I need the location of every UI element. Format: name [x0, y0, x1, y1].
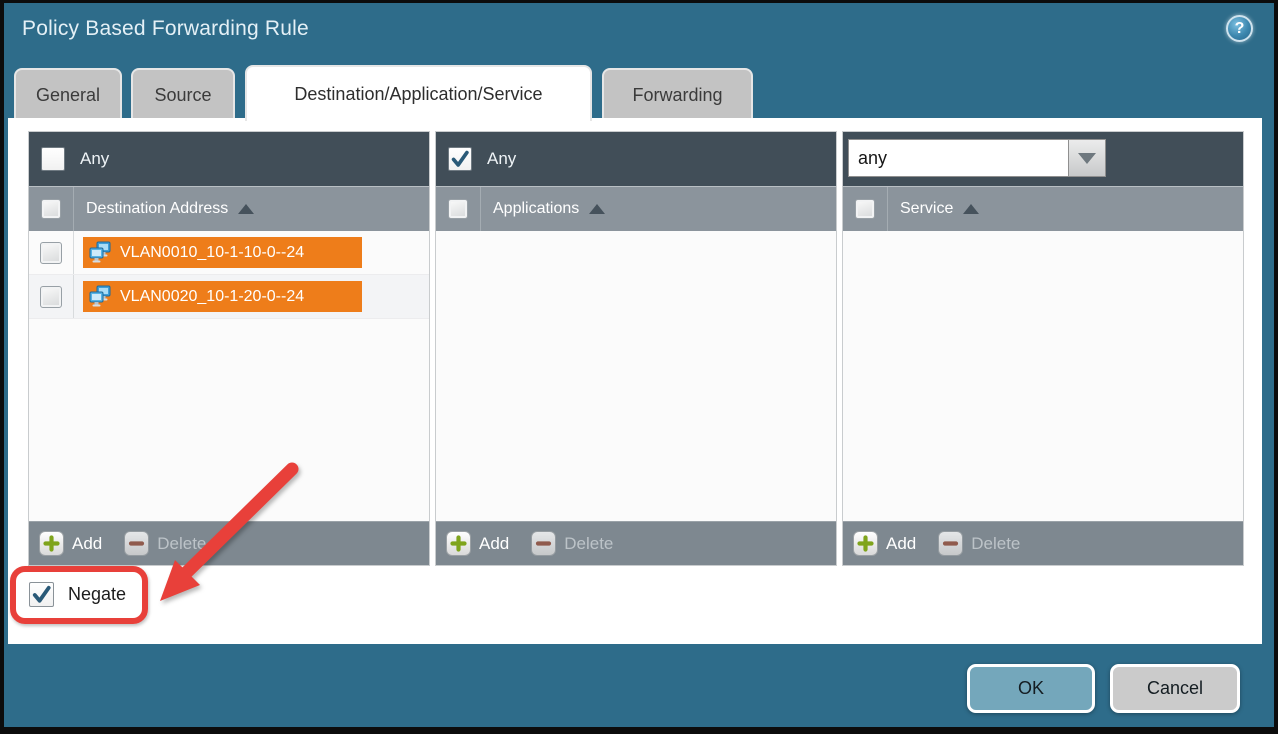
service-dropdown-value[interactable]: any	[848, 139, 1069, 177]
network-address-icon	[88, 241, 113, 264]
applications-any-checkbox[interactable]	[448, 147, 472, 171]
service-delete-button[interactable]: Delete	[938, 531, 1020, 556]
applications-delete-button[interactable]: Delete	[531, 531, 613, 556]
applications-add-button[interactable]: Add	[446, 531, 509, 556]
destination-list: VLAN0010_10-1-10-0--24	[29, 231, 429, 521]
destination-address-chip[interactable]: VLAN0010_10-1-10-0--24	[83, 237, 362, 268]
applications-any-label: Any	[487, 149, 516, 169]
applications-select-all-checkbox[interactable]	[448, 199, 468, 219]
destination-delete-button[interactable]: Delete	[124, 531, 206, 556]
table-row: VLAN0020_10-1-20-0--24	[29, 275, 429, 319]
tab-forwarding[interactable]: Forwarding	[602, 68, 753, 121]
sort-ascending-icon	[238, 204, 254, 214]
destination-address-value: VLAN0010_10-1-10-0--24	[120, 244, 304, 262]
service-select-all-checkbox[interactable]	[855, 199, 875, 219]
plus-icon	[446, 531, 471, 556]
tab-general-label: General	[36, 85, 100, 106]
applications-any-header: Any	[436, 132, 836, 186]
service-list	[843, 231, 1243, 521]
help-icon[interactable]: ?	[1226, 15, 1253, 42]
tab-destination-application-service-label: Destination/Application/Service	[294, 84, 542, 105]
screenshot-frame: Policy Based Forwarding Rule ? General S…	[0, 0, 1278, 734]
delete-label: Delete	[564, 534, 613, 554]
service-column: any Service Add	[842, 131, 1244, 566]
network-address-icon	[88, 285, 113, 308]
plus-icon	[853, 531, 878, 556]
plus-icon	[39, 531, 64, 556]
destination-any-checkbox[interactable]	[41, 147, 65, 171]
cancel-button[interactable]: Cancel	[1110, 664, 1240, 713]
row-checkbox[interactable]	[40, 242, 62, 264]
service-dropdown: any	[848, 139, 1106, 177]
applications-column-header: Applications	[436, 186, 836, 231]
delete-label: Delete	[971, 534, 1020, 554]
dialog-title: Policy Based Forwarding Rule	[22, 17, 309, 41]
service-footer: Add Delete	[843, 521, 1243, 565]
destination-address-chip[interactable]: VLAN0020_10-1-20-0--24	[83, 281, 362, 312]
tab-source[interactable]: Source	[131, 68, 235, 121]
delete-label: Delete	[157, 534, 206, 554]
add-label: Add	[886, 534, 916, 554]
service-any-header: any	[843, 132, 1243, 186]
ok-button[interactable]: OK	[967, 664, 1095, 713]
table-row: VLAN0010_10-1-10-0--24	[29, 231, 429, 275]
destination-add-button[interactable]: Add	[39, 531, 102, 556]
applications-footer: Add Delete	[436, 521, 836, 565]
minus-icon	[531, 531, 556, 556]
tab-source-label: Source	[154, 85, 211, 106]
minus-icon	[124, 531, 149, 556]
destination-header-label[interactable]: Destination Address	[86, 200, 228, 218]
tab-general[interactable]: General	[14, 68, 122, 121]
tab-content-panel: Any Destination Address	[8, 118, 1262, 644]
negate-label: Negate	[68, 584, 126, 605]
destination-any-header: Any	[29, 132, 429, 186]
tab-destination-application-service[interactable]: Destination/Application/Service	[245, 65, 592, 121]
sort-ascending-icon	[589, 204, 605, 214]
tab-forwarding-label: Forwarding	[632, 85, 722, 106]
destination-footer: Add Delete	[29, 521, 429, 565]
destination-column: Any Destination Address	[28, 131, 430, 566]
sort-ascending-icon	[963, 204, 979, 214]
add-label: Add	[72, 534, 102, 554]
applications-list	[436, 231, 836, 521]
negate-row: Negate	[29, 582, 126, 607]
applications-header-label[interactable]: Applications	[493, 200, 579, 218]
chevron-down-icon	[1078, 153, 1096, 164]
pbf-rule-dialog: Policy Based Forwarding Rule ? General S…	[4, 3, 1274, 727]
destination-column-header: Destination Address	[29, 186, 429, 231]
row-checkbox[interactable]	[40, 286, 62, 308]
add-label: Add	[479, 534, 509, 554]
service-dropdown-button[interactable]	[1069, 139, 1106, 177]
destination-select-all-checkbox[interactable]	[41, 199, 61, 219]
service-add-button[interactable]: Add	[853, 531, 916, 556]
destination-any-label: Any	[80, 149, 109, 169]
service-column-header: Service	[843, 186, 1243, 231]
negate-checkbox[interactable]	[29, 582, 54, 607]
service-header-label[interactable]: Service	[900, 200, 953, 218]
applications-column: Any Applications Add D	[435, 131, 837, 566]
destination-address-value: VLAN0020_10-1-20-0--24	[120, 288, 304, 306]
minus-icon	[938, 531, 963, 556]
